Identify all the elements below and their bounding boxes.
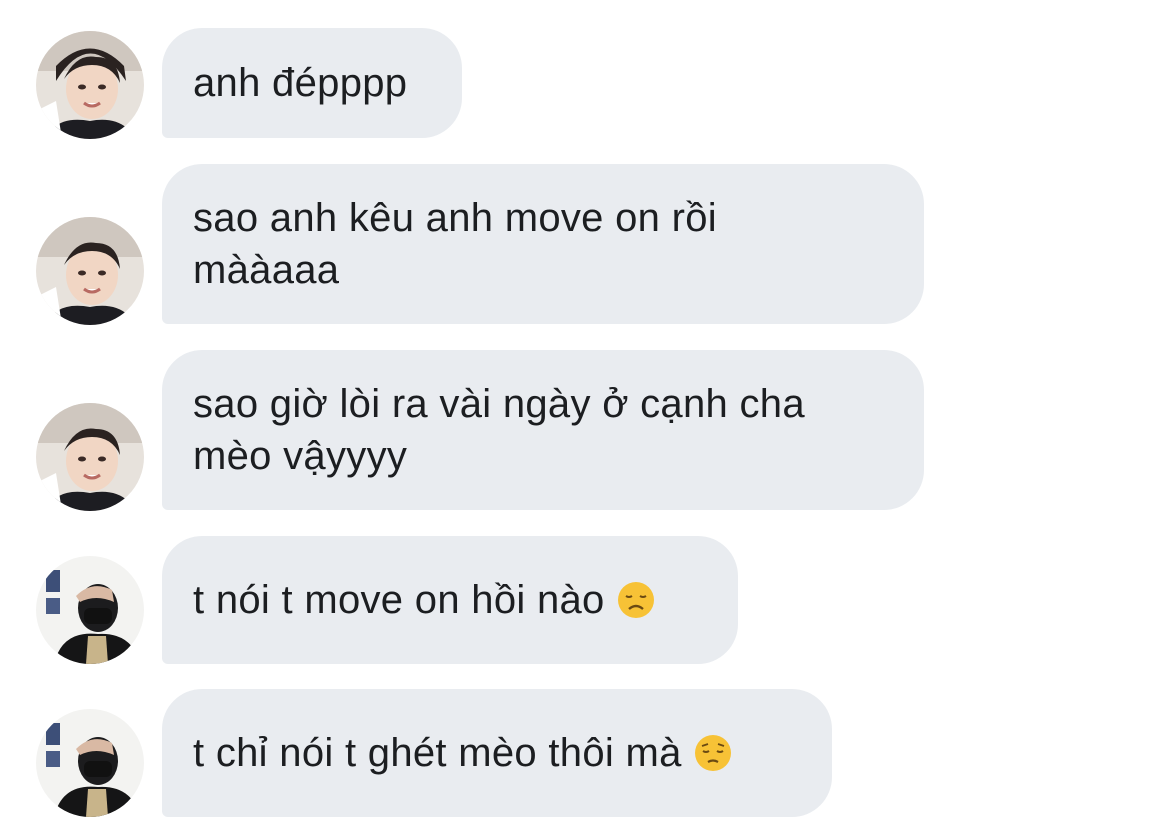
- message-text: sao giờ lòi ra vài ngày ở cạnh cha mèo v…: [193, 382, 805, 478]
- avatar-photo-icon: [36, 709, 144, 817]
- avatar-photo-icon: [36, 556, 144, 664]
- message-bubble[interactable]: t chỉ nói t ghét mèo thôi mà: [162, 689, 832, 817]
- message-text: anh đépppp: [193, 61, 408, 105]
- avatar-photo-icon: [36, 217, 144, 325]
- message-text: t chỉ nói t ghét mèo thôi mà: [193, 731, 682, 775]
- message-text: t nói t move on hồi nào: [193, 578, 605, 622]
- message-bubble[interactable]: sao anh kêu anh move on rồi mààaaa: [162, 164, 924, 324]
- avatar[interactable]: [36, 403, 144, 511]
- avatar[interactable]: [36, 217, 144, 325]
- message-bubble[interactable]: t nói t move on hồi nào: [162, 536, 738, 664]
- disappointed-face-icon: [617, 581, 655, 619]
- avatar[interactable]: [36, 556, 144, 664]
- message-bubble[interactable]: anh đépppp: [162, 28, 462, 138]
- avatar-photo-icon: [36, 403, 144, 511]
- message-text: sao anh kêu anh move on rồi mààaaa: [193, 196, 717, 292]
- message-bubble[interactable]: sao giờ lòi ra vài ngày ở cạnh cha mèo v…: [162, 350, 924, 510]
- pensive-face-icon: [694, 734, 732, 772]
- avatar[interactable]: [36, 709, 144, 817]
- avatar-photo-icon: [36, 31, 144, 139]
- avatar[interactable]: [36, 31, 144, 139]
